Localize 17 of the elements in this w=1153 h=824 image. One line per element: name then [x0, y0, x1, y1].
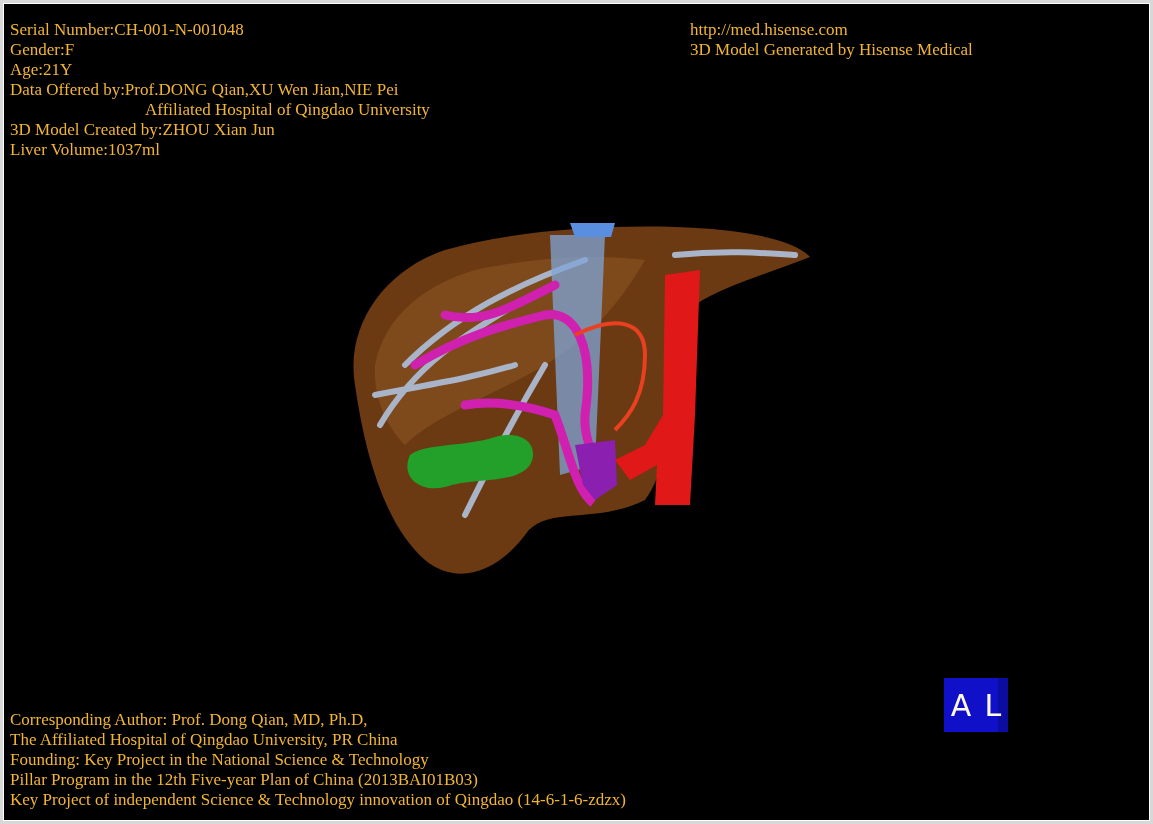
info-text: 3D Model Generated by Hisense Medical [690, 40, 973, 60]
credit-text: Pillar Program in the 12th Five-year Plan of China (2013BAI01B03) [10, 770, 479, 790]
info-text: Affiliated Hospital of Qingdao University [144, 100, 431, 120]
info-text: Data Offered by:Prof.DONG Qian,XU Wen Jian,NIE Pei [10, 80, 400, 100]
info-text: http://med.hisense.com [690, 20, 849, 40]
info-text: Gender:F [10, 40, 76, 60]
credit-text: Corresponding Author: Prof. Dong Qian, MD, Ph.D, [10, 710, 369, 730]
cube-face-label: A [950, 686, 972, 725]
credit-text: The Affiliated Hospital of Qingdao University, PR China [10, 730, 399, 750]
info-text: Age:21Y [10, 60, 74, 80]
credit-text: Founding: Key Project in the National Science & Technology [10, 750, 430, 770]
cube-face-label: L [984, 686, 1002, 725]
orientation-cube[interactable]: A L [944, 678, 1008, 732]
info-text: Liver Volume:1037ml [10, 140, 161, 160]
info-text: Serial Number:CH-001-N-001048 [10, 20, 245, 40]
credit-text: Key Project of independent Science & Technology innovation of Qingdao (14-6-1-6-zdzx) [10, 790, 627, 810]
info-text: 3D Model Created by:ZHOU Xian Jun [10, 120, 276, 140]
